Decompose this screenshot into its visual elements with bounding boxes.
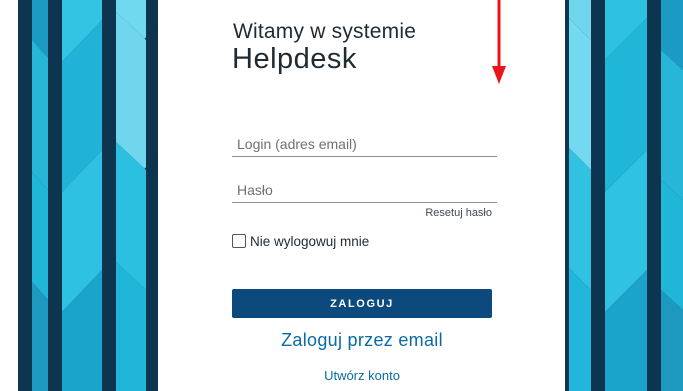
right-decorative-pattern xyxy=(565,0,683,391)
welcome-heading: Witamy w systemie xyxy=(233,20,417,43)
remember-me-checkbox[interactable]: Nie wylogowuj mnie xyxy=(232,230,372,253)
login-email-input[interactable] xyxy=(232,134,497,157)
remember-me-label: Nie wylogowuj mnie xyxy=(250,234,370,249)
red-arrow-down-icon xyxy=(492,0,506,84)
checkbox-unchecked-icon[interactable] xyxy=(232,234,246,248)
login-page: Witamy w systemie Helpdesk Resetuj hasło… xyxy=(0,0,683,391)
left-decorative-pattern xyxy=(18,0,158,391)
email-login-link[interactable]: Zaloguj przez email xyxy=(232,330,492,351)
login-button[interactable]: ZALOGUJ xyxy=(232,289,492,318)
app-name-title: Helpdesk xyxy=(232,43,357,75)
create-account-link[interactable]: Utwórz konto xyxy=(232,368,492,383)
reset-password-link[interactable]: Resetuj hasło xyxy=(425,207,492,219)
password-input[interactable] xyxy=(232,180,497,203)
